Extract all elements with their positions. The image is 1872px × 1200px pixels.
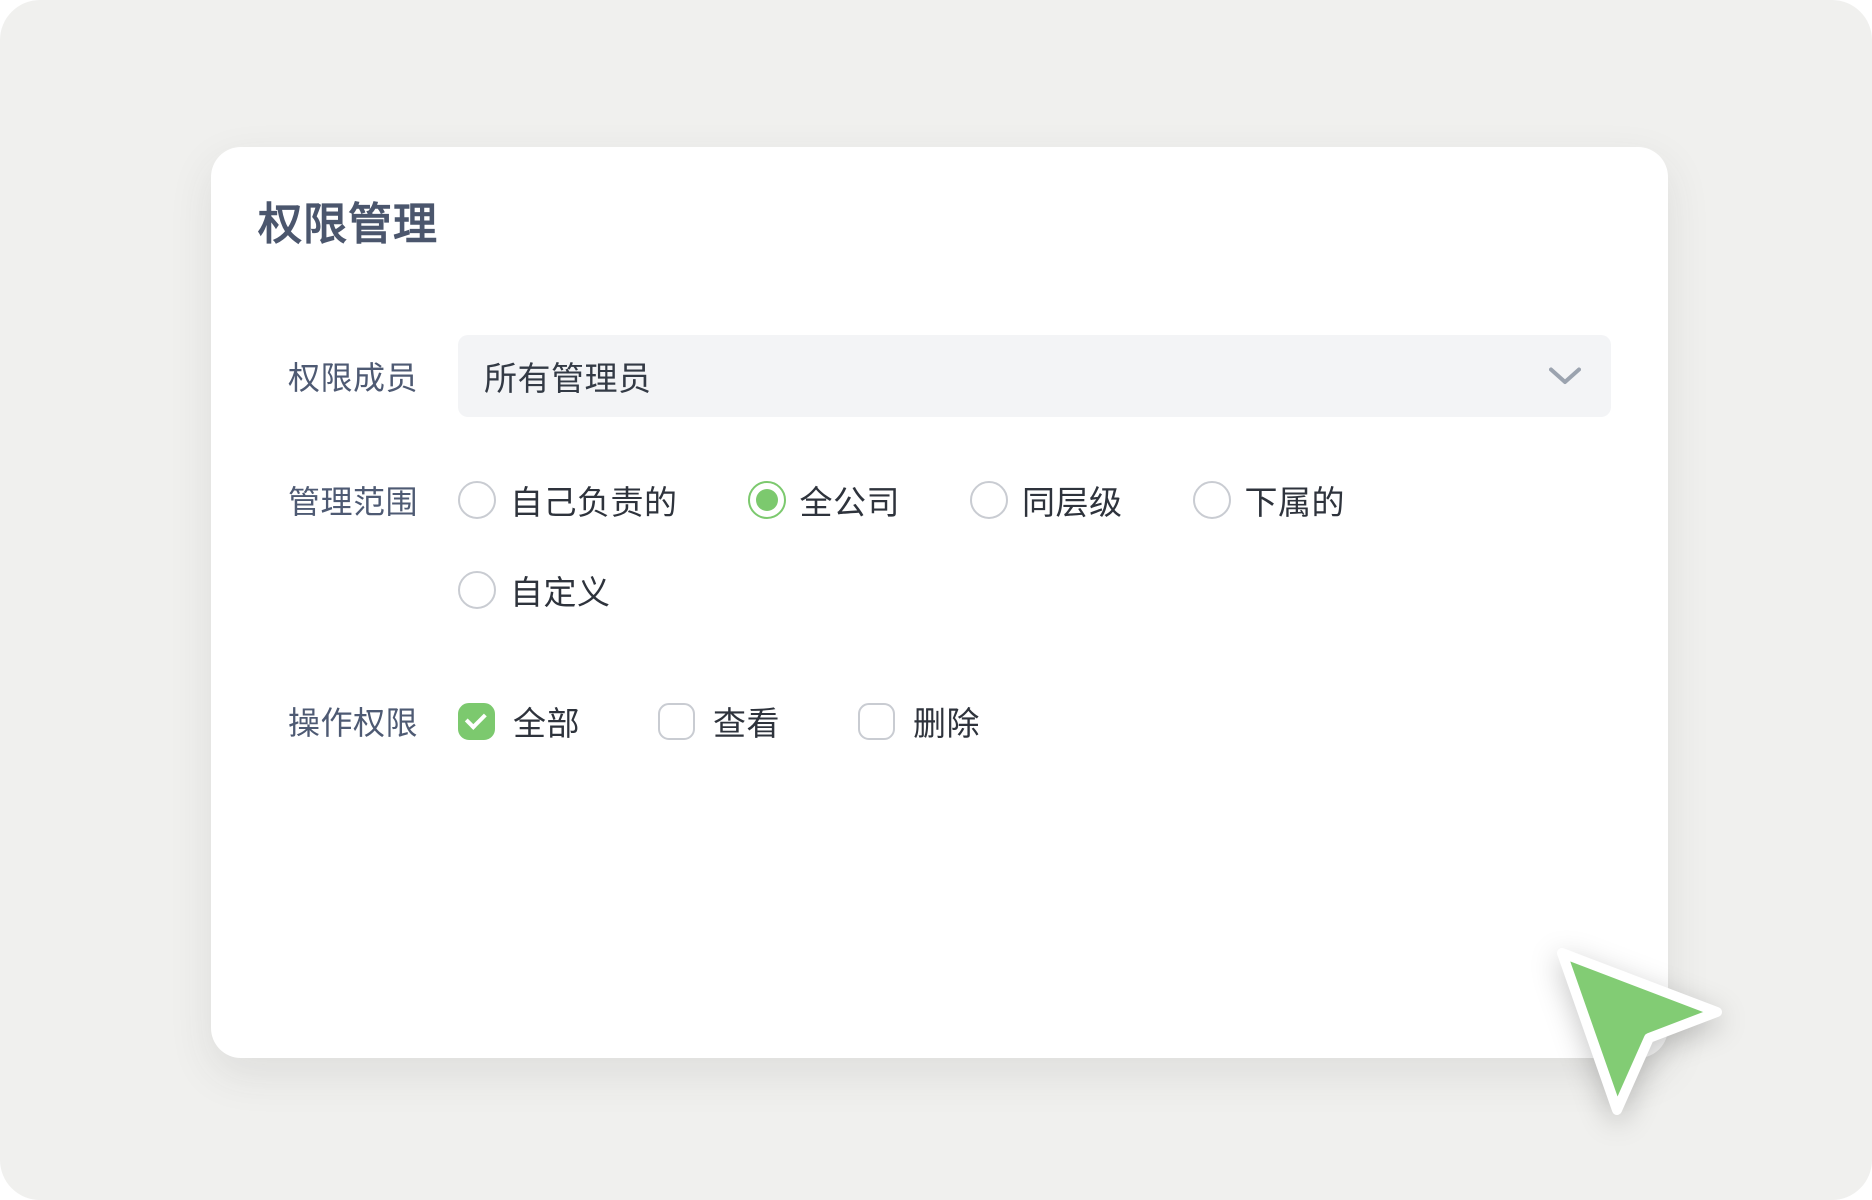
radio-label: 全公司 xyxy=(800,476,901,524)
scope-options: 自己负责的 全公司 同层级 下属的 xyxy=(458,476,1345,524)
radio-label: 自定义 xyxy=(510,566,611,614)
radio-icon[interactable] xyxy=(458,481,496,519)
member-select[interactable]: 所有管理员 xyxy=(458,335,1611,417)
form-row-scope-2: 自定义 xyxy=(288,571,611,609)
checkbox-action-view[interactable]: 查看 xyxy=(658,697,780,745)
checkbox-action-delete[interactable]: 删除 xyxy=(858,697,980,745)
chevron-down-icon xyxy=(1549,367,1581,385)
checkbox-label: 全部 xyxy=(513,697,580,745)
checkbox-icon[interactable] xyxy=(458,703,495,740)
form-row-actions: 操作权限 全部 查看 删除 xyxy=(288,702,980,740)
checkbox-icon[interactable] xyxy=(658,703,695,740)
radio-icon[interactable] xyxy=(748,481,786,519)
radio-scope-whole-company[interactable]: 全公司 xyxy=(748,476,901,524)
radio-icon[interactable] xyxy=(1193,481,1231,519)
page-title: 权限管理 xyxy=(258,201,438,249)
scope-options-2: 自定义 xyxy=(458,566,611,614)
radio-label: 同层级 xyxy=(1022,476,1123,524)
actions-label: 操作权限 xyxy=(288,698,458,744)
radio-scope-subordinates[interactable]: 下属的 xyxy=(1193,476,1346,524)
radio-label: 自己负责的 xyxy=(510,476,678,524)
radio-icon[interactable] xyxy=(970,481,1008,519)
member-select-value: 所有管理员 xyxy=(484,352,652,400)
scope-label: 管理范围 xyxy=(288,477,458,523)
page-background: 权限管理 权限成员 所有管理员 管理范围 自己负责的 xyxy=(0,0,1872,1200)
form-row-member: 权限成员 所有管理员 xyxy=(288,335,1611,417)
checkbox-action-all[interactable]: 全部 xyxy=(458,697,580,745)
radio-label: 下属的 xyxy=(1245,476,1346,524)
checkbox-label: 删除 xyxy=(913,697,980,745)
member-label: 权限成员 xyxy=(288,353,458,399)
action-options: 全部 查看 删除 xyxy=(458,697,980,745)
radio-scope-same-level[interactable]: 同层级 xyxy=(970,476,1123,524)
checkbox-label: 查看 xyxy=(713,697,780,745)
permission-panel: 权限管理 权限成员 所有管理员 管理范围 自己负责的 xyxy=(211,147,1668,1058)
radio-scope-own[interactable]: 自己负责的 xyxy=(458,476,678,524)
radio-icon[interactable] xyxy=(458,571,496,609)
checkbox-icon[interactable] xyxy=(858,703,895,740)
radio-scope-custom[interactable]: 自定义 xyxy=(458,566,611,614)
form-row-scope: 管理范围 自己负责的 全公司 同层级 下属的 xyxy=(288,481,1345,519)
